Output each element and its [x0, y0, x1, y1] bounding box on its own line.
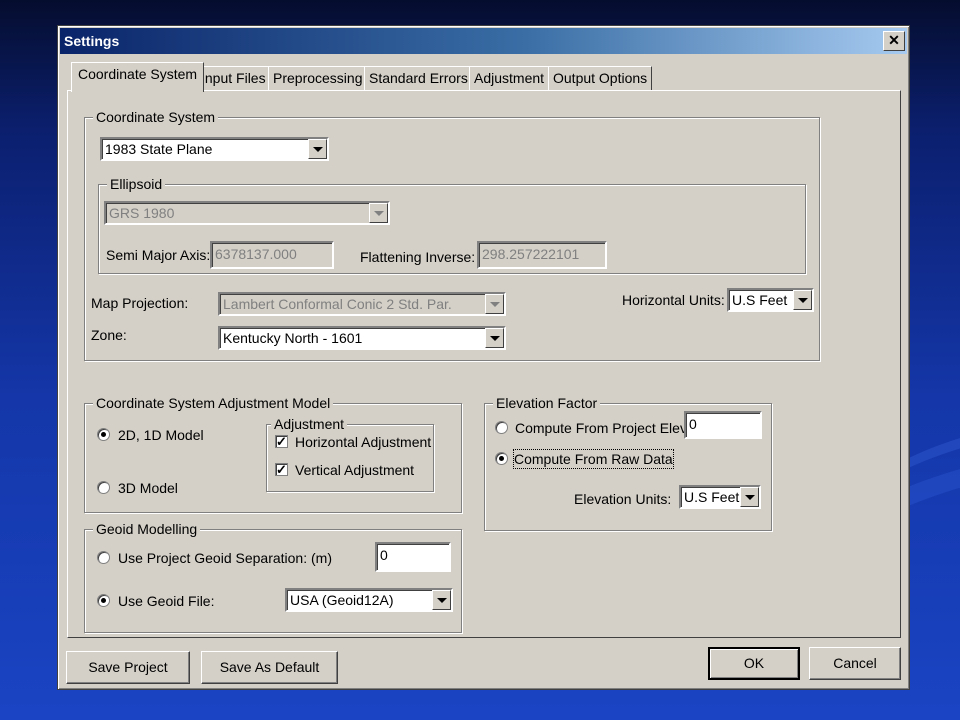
- semi-major-axis-label: Semi Major Axis:: [106, 247, 211, 263]
- model-2d-radio[interactable]: [97, 428, 110, 441]
- project-elev-radio[interactable]: [495, 421, 508, 434]
- title-bar: Settings ✕: [60, 28, 907, 54]
- geoid-file-label[interactable]: Use Geoid File:: [118, 592, 214, 610]
- window-title: Settings: [64, 33, 120, 49]
- geoid-separation-label[interactable]: Use Project Geoid Separation: (m): [118, 549, 332, 567]
- settings-dialog: Settings ✕ Coordinate System Input Files…: [57, 25, 910, 690]
- geoid-file-select[interactable]: USA (Geoid12A): [285, 588, 453, 612]
- tab-label: Input Files: [201, 70, 266, 86]
- model-2d-label[interactable]: 2D, 1D Model: [118, 426, 204, 444]
- group-label: Adjustment: [271, 415, 348, 433]
- project-elev-label[interactable]: Compute From Project Elev.: [515, 419, 690, 437]
- zone-select[interactable]: Kentucky North - 1601: [218, 326, 506, 350]
- chevron-down-icon: [369, 203, 388, 223]
- geoid-separation-radio[interactable]: [97, 551, 110, 564]
- horizontal-units-label: Horizontal Units:: [622, 292, 725, 308]
- adjustment-subgroup: Adjustment ✓ Horizontal Adjustment ✓ Ver…: [266, 415, 434, 492]
- elevation-units-label: Elevation Units:: [574, 491, 672, 507]
- group-label: Ellipsoid: [107, 175, 166, 193]
- ok-button[interactable]: OK: [708, 647, 800, 680]
- group-label: Coordinate System: [93, 108, 219, 126]
- tab-preprocessing[interactable]: Preprocessing: [268, 66, 368, 90]
- chevron-down-icon[interactable]: [432, 590, 451, 610]
- select-value: 1983 State Plane: [105, 141, 213, 157]
- chevron-down-icon[interactable]: [793, 290, 812, 310]
- tab-label: Output Options: [553, 70, 648, 86]
- tab-standard-errors[interactable]: Standard Errors: [364, 66, 473, 90]
- tab-coordinate-system[interactable]: Coordinate System: [71, 62, 205, 92]
- geoid-file-radio[interactable]: [97, 594, 110, 607]
- coordinate-system-group: Coordinate System 1983 State Plane Ellip…: [84, 108, 820, 361]
- raw-data-label[interactable]: Compute From Raw Data: [513, 449, 674, 469]
- ellipsoid-select: GRS 1980: [104, 201, 390, 225]
- tab-label: Standard Errors: [369, 70, 468, 86]
- select-value: Kentucky North - 1601: [223, 330, 363, 346]
- select-value: Lambert Conformal Conic 2 Std. Par.: [223, 296, 452, 312]
- vertical-adjustment-label[interactable]: Vertical Adjustment: [295, 461, 414, 479]
- close-icon: ✕: [888, 32, 900, 48]
- zone-label: Zone:: [91, 327, 127, 343]
- semi-major-axis-field: 6378137.000: [210, 241, 334, 269]
- vertical-adjustment-checkbox[interactable]: ✓: [275, 463, 288, 476]
- group-label: Elevation Factor: [493, 394, 601, 412]
- chevron-down-icon[interactable]: [485, 328, 504, 348]
- chevron-down-icon[interactable]: [308, 139, 327, 159]
- horizontal-adjustment-label[interactable]: Horizontal Adjustment: [295, 433, 431, 451]
- model-3d-label[interactable]: 3D Model: [118, 479, 178, 497]
- elevation-units-select[interactable]: U.S Feet: [679, 485, 761, 509]
- select-value: GRS 1980: [109, 205, 175, 221]
- elevation-factor-group: Elevation Factor Compute From Project El…: [484, 394, 772, 531]
- select-value: U.S Feet: [732, 292, 788, 308]
- chevron-down-icon: [485, 294, 504, 314]
- coordinate-system-select[interactable]: 1983 State Plane: [100, 137, 329, 161]
- select-value: U.S Feet: [684, 489, 740, 505]
- group-label: Coordinate System Adjustment Model: [93, 394, 334, 412]
- geoid-separation-field[interactable]: 0: [375, 542, 451, 572]
- cancel-button[interactable]: Cancel: [809, 647, 901, 680]
- project-elev-field[interactable]: 0: [684, 411, 762, 439]
- close-button[interactable]: ✕: [883, 31, 905, 51]
- chevron-down-icon[interactable]: [740, 487, 759, 507]
- save-project-button[interactable]: Save Project: [66, 651, 190, 684]
- tab-input-files[interactable]: Input Files: [196, 66, 271, 90]
- tab-label: Adjustment: [474, 70, 545, 86]
- select-value: USA (Geoid12A): [290, 592, 394, 608]
- raw-data-radio[interactable]: [495, 452, 508, 465]
- map-projection-label: Map Projection:: [91, 295, 189, 311]
- tab-adjustment[interactable]: Adjustment: [469, 66, 550, 90]
- group-label: Geoid Modelling: [93, 520, 201, 538]
- ellipsoid-group: Ellipsoid GRS 1980 Semi Major Axis: 6378…: [98, 175, 806, 274]
- tab-output-options[interactable]: Output Options: [548, 66, 653, 90]
- horizontal-adjustment-checkbox[interactable]: ✓: [275, 435, 288, 448]
- geoid-modelling-group: Geoid Modelling Use Project Geoid Separa…: [84, 520, 462, 633]
- horizontal-units-select[interactable]: U.S Feet: [727, 288, 814, 312]
- flattening-inverse-label: Flattening Inverse:: [360, 249, 476, 265]
- tab-label: Preprocessing: [273, 70, 363, 86]
- tab-panel-coordinate-system: Coordinate System 1983 State Plane Ellip…: [67, 90, 901, 638]
- save-as-default-button[interactable]: Save As Default: [201, 651, 338, 684]
- model-3d-radio[interactable]: [97, 481, 110, 494]
- tab-label: Coordinate System: [78, 66, 198, 82]
- flattening-inverse-field: 298.257222101: [477, 241, 607, 269]
- adjustment-model-group: Coordinate System Adjustment Model 2D, 1…: [84, 394, 462, 513]
- map-projection-select: Lambert Conformal Conic 2 Std. Par.: [218, 292, 506, 316]
